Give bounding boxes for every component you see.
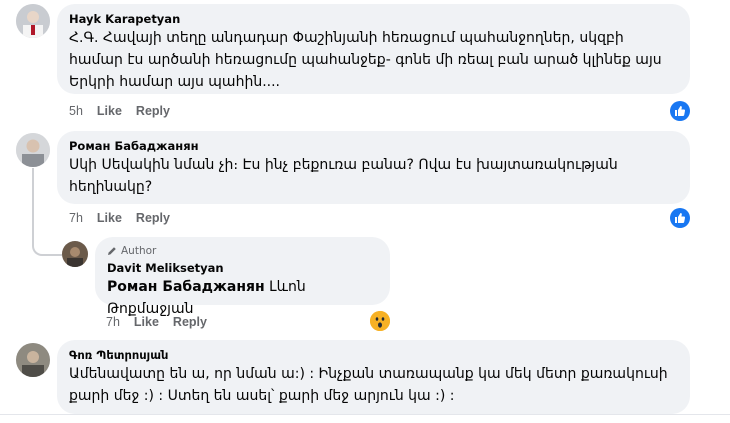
comment-actions: 5h Like Reply [69, 104, 184, 118]
reply-button[interactable]: Reply [136, 211, 170, 225]
mention-link[interactable]: Роман Бабаджанян [107, 279, 265, 295]
comment-author[interactable]: Davit Meliksetyan [107, 261, 378, 276]
comment-text: Роман Бабаджанян Լևոն Թոքմաջյան [107, 276, 378, 320]
like-button[interactable]: Like [97, 104, 122, 118]
author-badge: Author [107, 244, 378, 258]
like-reaction-icon[interactable] [670, 208, 690, 228]
comment-time[interactable]: 5h [69, 104, 83, 118]
comment-bubble: Author Davit Meliksetyan Роман Бабаджаня… [95, 237, 390, 317]
comment-author[interactable]: Գոռ Պետրոսյան [69, 348, 678, 363]
comment-text: Հ.Գ. Հավայի տեղը անդադար Փաշինյանի հեռաց… [69, 30, 662, 90]
comment-author[interactable]: Роман Бабаджанян [69, 139, 678, 154]
reply-button[interactable]: Reply [136, 104, 170, 118]
comment-author[interactable]: Hayk Karapetyan [69, 12, 678, 27]
comment-text: Սկի Սեվակին նման չի։ Էս ինչ բեքուռա բանա… [69, 157, 618, 195]
wow-face-icon[interactable] [370, 311, 390, 331]
like-button[interactable]: Like [97, 211, 122, 225]
thread-connector [32, 168, 62, 256]
pencil-icon [107, 246, 117, 256]
comment-bubble: Hayk Karapetyan Հ.Գ. Հավայի տեղը անդադար… [57, 4, 690, 94]
avatar[interactable] [16, 133, 50, 167]
avatar[interactable] [62, 241, 88, 267]
comment-actions: 7h Like Reply [69, 211, 184, 225]
avatar[interactable] [16, 4, 50, 38]
comment-text: Ամենավատը են ա, որ նման ա:) : Ինչքան տառ… [69, 366, 668, 404]
divider [0, 414, 730, 415]
author-badge-label: Author [121, 245, 157, 257]
comment-time[interactable]: 7h [106, 315, 120, 329]
comment-actions: 7h Like Reply [106, 315, 221, 329]
comment-bubble: Роман Бабаджанян Սկի Սեվակին նման չի։ Էս… [57, 131, 690, 204]
comment-time[interactable]: 7h [69, 211, 83, 225]
avatar[interactable] [16, 343, 50, 377]
reply-button[interactable]: Reply [173, 315, 207, 329]
like-reaction-icon[interactable] [670, 101, 690, 121]
comment-bubble: Գոռ Պետրոսյան Ամենավատը են ա, որ նման ա:… [57, 340, 690, 414]
like-button[interactable]: Like [134, 315, 159, 329]
